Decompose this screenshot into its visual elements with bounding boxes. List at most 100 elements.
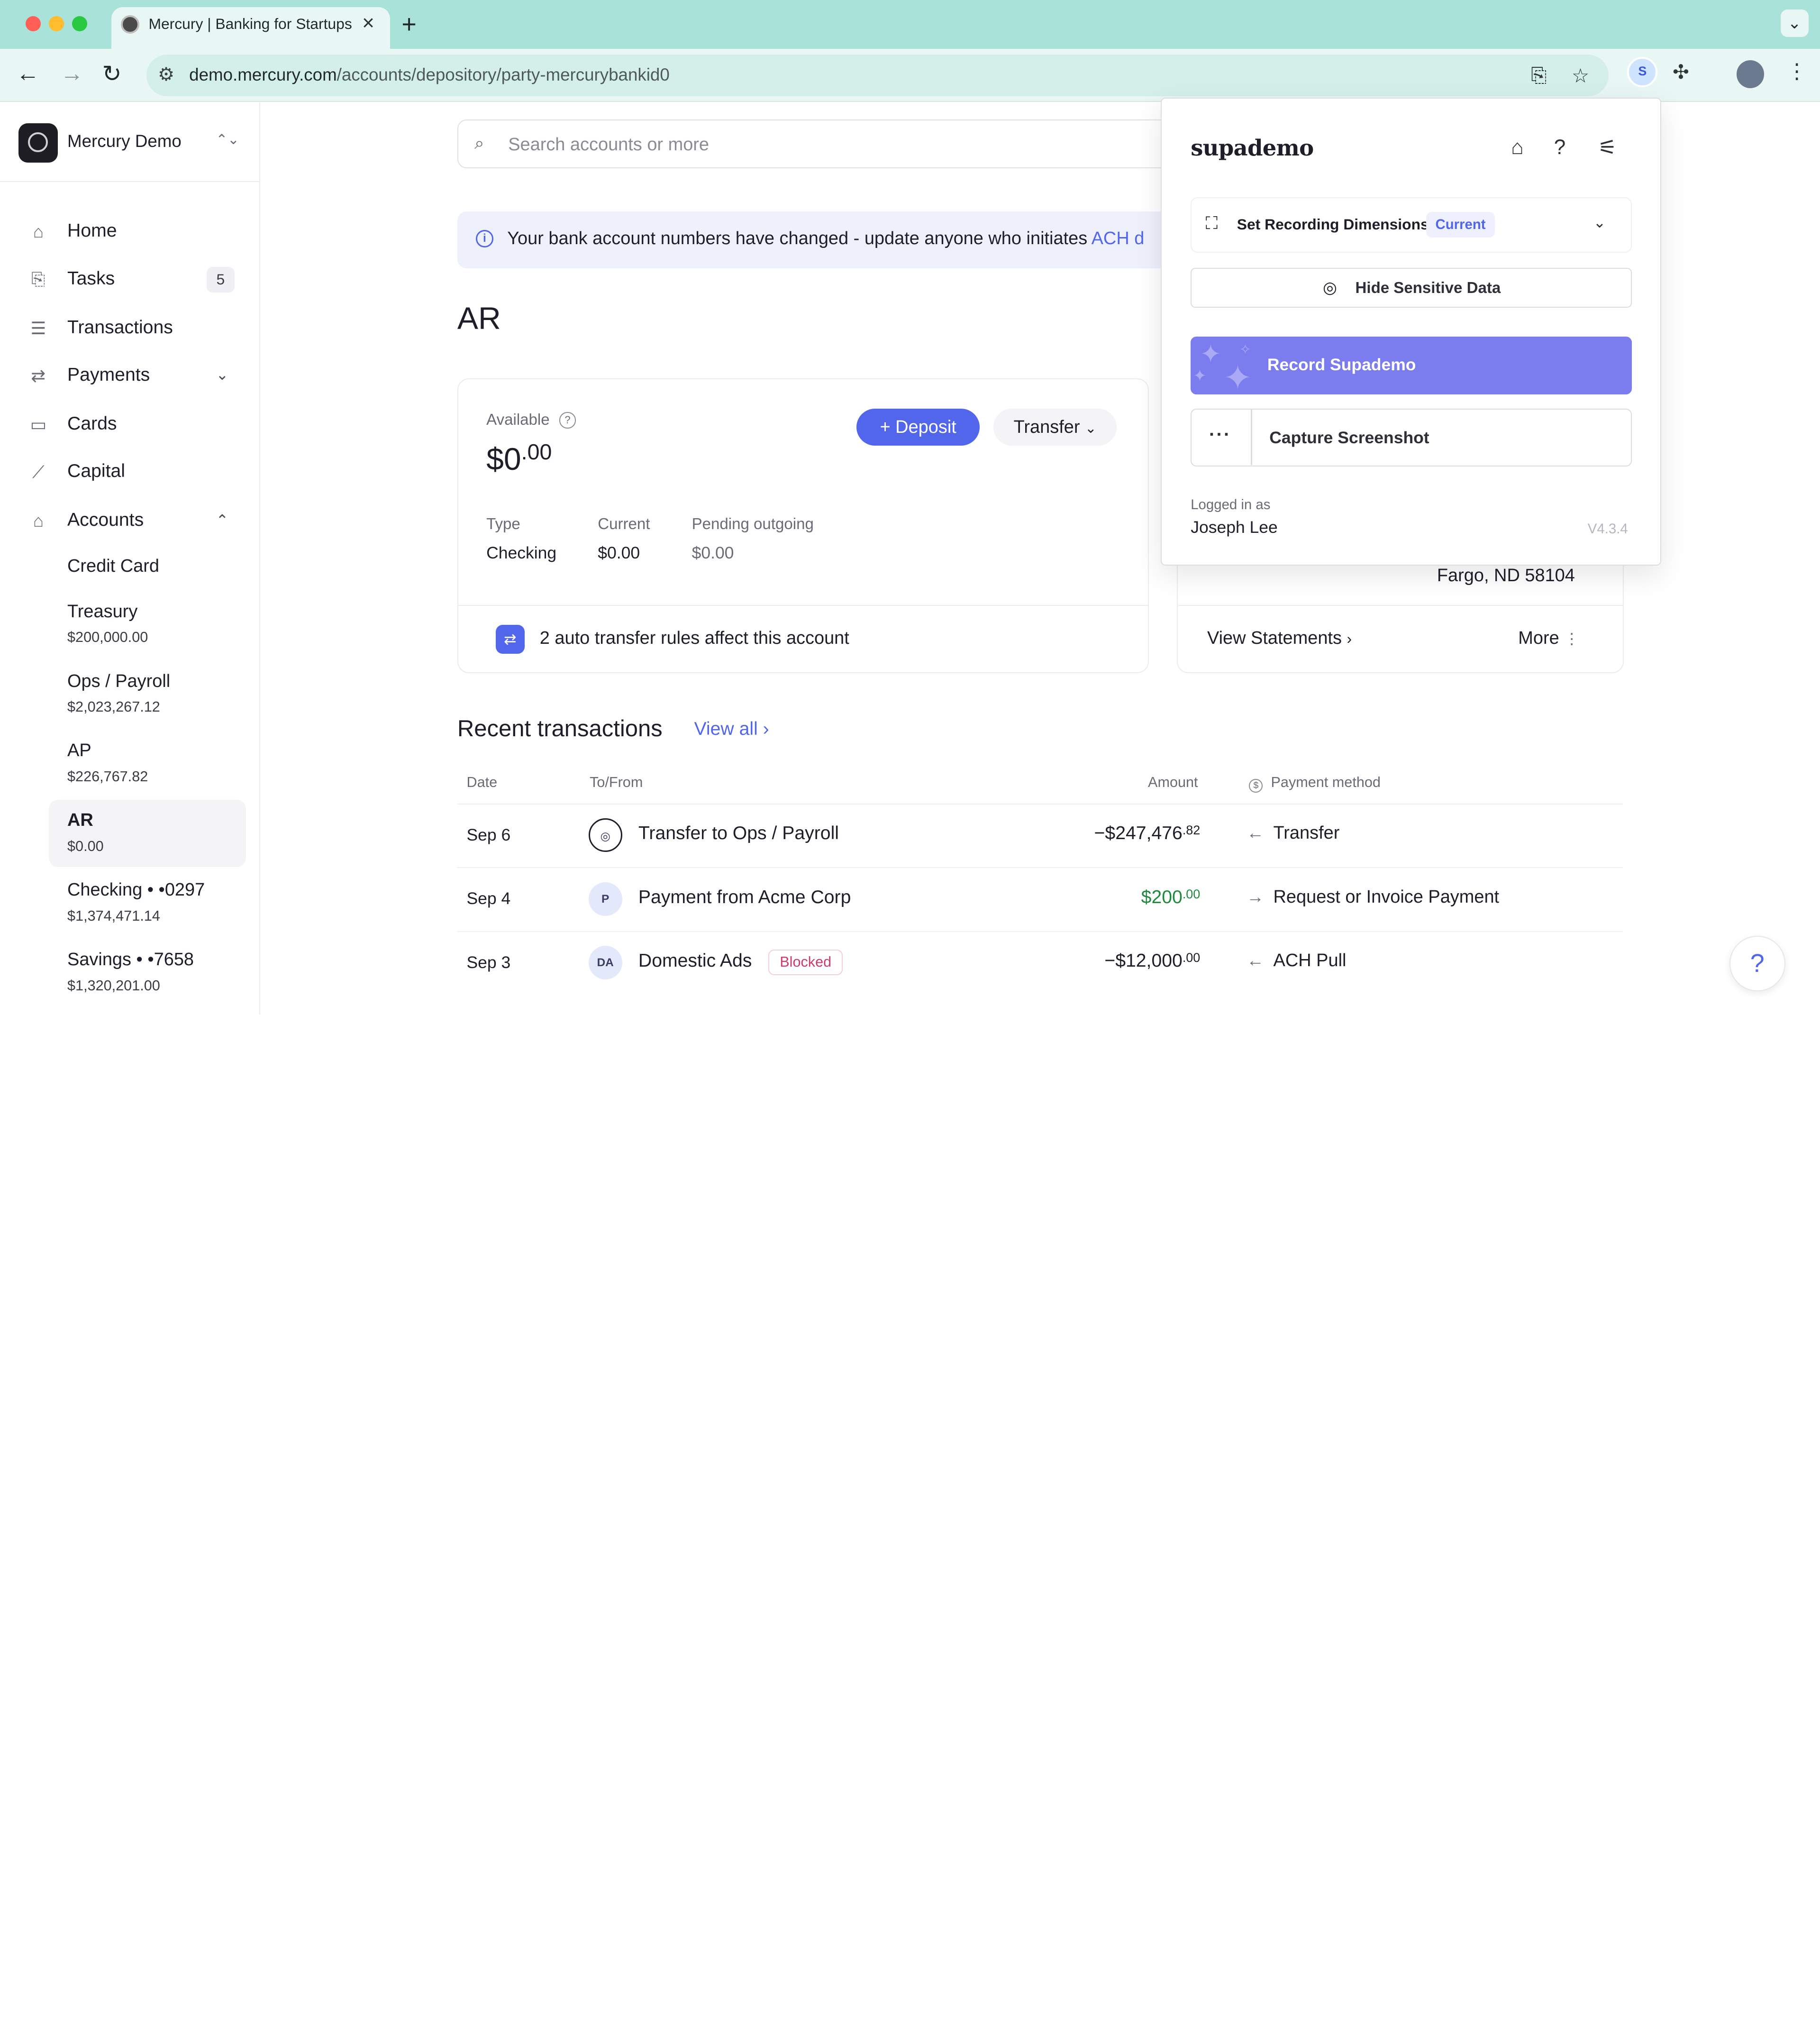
sidebar: Mercury Demo ⌃⌄ ⌂ Home ⎘ Tasks 5 ☰ Trans…	[0, 102, 260, 1015]
transfer-button[interactable]: Transfer ⌄	[993, 409, 1117, 446]
org-name[interactable]: Mercury Demo	[67, 131, 182, 151]
view-all-link[interactable]: View all ›	[694, 719, 769, 740]
table-row[interactable]: Sep 4 P Payment from Acme Corp $200.00 →…	[457, 867, 1623, 930]
account-balance: $1,374,471.14	[67, 908, 160, 924]
minimize-window-button[interactable]	[48, 16, 64, 32]
column-header-payment-method[interactable]: $ Payment method	[1249, 774, 1381, 793]
site-settings-icon[interactable]: ⚙	[158, 64, 174, 85]
close-window-button[interactable]	[25, 16, 41, 32]
help-circle-icon[interactable]: ?	[559, 412, 576, 429]
org-switcher-icon[interactable]: ⌃⌄	[216, 131, 239, 148]
account-balance: $0.00	[67, 838, 104, 855]
new-tab-button[interactable]: +	[401, 9, 416, 39]
table-row[interactable]: Sep 6 ◎ Transfer to Ops / Payroll −$247,…	[457, 803, 1623, 866]
account-name: Treasury	[67, 601, 138, 622]
sidebar-item-transactions[interactable]: ☰ Transactions	[0, 308, 260, 349]
info-banner: i Your bank account numbers have changed…	[457, 211, 1177, 268]
payment-method: ACH Pull	[1273, 951, 1347, 971]
tab-close-button[interactable]: ×	[362, 11, 374, 35]
transaction-counterparty: Transfer to Ops / Payroll	[638, 823, 839, 843]
supademo-popup: supademo ⌂ ? ⚟ ⛶ Set Recording Dimension…	[1161, 97, 1661, 566]
more-options-icon[interactable]: ···	[1209, 424, 1231, 445]
search-input[interactable]: ⌕ Search accounts or more	[457, 119, 1177, 169]
tasks-count-badge: 5	[206, 267, 235, 293]
sidebar-account-savings[interactable]: Savings • •7658 $1,320,201.00	[49, 939, 246, 1006]
arrow-left-icon: ←	[1247, 823, 1264, 842]
sidebar-item-accounts[interactable]: ⌂ Accounts ⌃	[0, 501, 260, 542]
supademo-extension-icon[interactable]: S	[1627, 56, 1658, 87]
table-row[interactable]: Sep 3 DA Domestic Ads Blocked −$12,000.0…	[457, 931, 1623, 994]
address-bar[interactable]: ⚙ demo.mercury.com/accounts/depository/p…	[146, 55, 1609, 97]
tab-search-button[interactable]: ⌄	[1780, 9, 1809, 37]
supademo-logo: supademo	[1191, 134, 1314, 161]
page-title: AR	[457, 301, 501, 337]
settings-sliders-icon[interactable]: ⚟	[1598, 136, 1617, 160]
tasks-icon: ⎘	[31, 269, 46, 289]
back-button[interactable]: ←	[16, 60, 39, 87]
install-app-icon[interactable]: ⎘	[1531, 64, 1547, 87]
org-logo	[18, 123, 58, 163]
profile-avatar[interactable]	[1736, 60, 1765, 89]
transaction-amount: $200.00	[1141, 887, 1201, 907]
sidebar-item-cards[interactable]: ▭ Cards	[0, 404, 260, 446]
auto-transfer-rules-link[interactable]: 2 auto transfer rules affect this accoun…	[540, 628, 849, 649]
version-label: V4.3.4	[1587, 521, 1628, 537]
tab-title: Mercury | Banking for Startups	[148, 15, 352, 32]
browser-toolbar: ← → ↻ ⚙ demo.mercury.com/accounts/deposi…	[0, 48, 1820, 102]
deposit-button[interactable]: + Deposit	[856, 409, 980, 446]
sparkle-icon: ✦	[1223, 357, 1253, 395]
hide-sensitive-data-label: Hide Sensitive Data	[1355, 279, 1501, 297]
browser-menu-icon[interactable]: ⋮	[1786, 59, 1807, 83]
column-header-amount[interactable]: Amount	[1148, 774, 1198, 791]
record-supademo-label: Record Supademo	[1267, 355, 1416, 374]
transaction-date: Sep 3	[466, 953, 511, 972]
payment-method: Request or Invoice Payment	[1273, 887, 1500, 907]
sidebar-item-capital[interactable]: ⟋ Capital	[0, 452, 260, 494]
recording-dimensions-dropdown[interactable]: ⛶ Set Recording Dimensions Current ⌄	[1191, 197, 1632, 253]
recent-transactions-title: Recent transactions	[457, 715, 663, 741]
more-button[interactable]: More ⋮	[1518, 628, 1579, 649]
current-value: $0.00	[598, 543, 640, 563]
transaction-counterparty: Payment from Acme Corp	[638, 887, 851, 907]
capture-screenshot-label: Capture Screenshot	[1269, 428, 1429, 447]
hide-sensitive-data-button[interactable]: ◎ Hide Sensitive Data	[1191, 268, 1632, 308]
banner-link[interactable]: ACH d	[1092, 229, 1145, 248]
mercury-logo-icon: ◎	[588, 818, 622, 852]
sidebar-item-tasks[interactable]: ⎘ Tasks 5	[0, 259, 260, 301]
transaction-amount: −$12,000.00	[1104, 951, 1201, 971]
kebab-icon: ⋮	[1564, 630, 1580, 647]
reload-button[interactable]: ↻	[102, 60, 122, 87]
banner-text: Your bank account numbers have changed -…	[507, 229, 1145, 249]
sidebar-account-checking[interactable]: Checking • •0297 $1,374,471.14	[49, 869, 246, 937]
help-button[interactable]: ?	[1729, 935, 1785, 992]
chevron-down-icon: ⌄	[1593, 213, 1606, 231]
forward-button[interactable]: →	[60, 60, 83, 87]
transaction-amount: −$247,476.82	[1094, 823, 1201, 843]
sidebar-account-ar[interactable]: AR $0.00	[48, 800, 246, 868]
incognito-icon: ◎	[1322, 278, 1337, 297]
card-divider	[1178, 604, 1623, 606]
chevron-down-icon[interactable]: ⌄	[216, 366, 229, 384]
sidebar-item-home[interactable]: ⌂ Home	[0, 211, 260, 253]
arrow-right-icon: →	[1247, 887, 1264, 906]
browser-tab[interactable]: Mercury | Banking for Startups ×	[111, 7, 390, 49]
bookmark-star-icon[interactable]: ☆	[1572, 64, 1589, 87]
extensions-puzzle-icon[interactable]: ✣	[1673, 60, 1689, 83]
sidebar-item-payments[interactable]: ⇄ Payments ⌄	[0, 355, 260, 397]
maximize-window-button[interactable]	[72, 16, 87, 32]
column-header-date[interactable]: Date	[466, 774, 497, 791]
view-statements-link[interactable]: View Statements ›	[1207, 628, 1352, 649]
info-icon: i	[476, 229, 493, 247]
column-header-to-from[interactable]: To/From	[590, 774, 643, 791]
sidebar-account-ops-payroll[interactable]: Ops / Payroll $2,023,267.12	[49, 660, 246, 728]
home-icon[interactable]: ⌂	[1511, 136, 1524, 159]
record-supademo-button[interactable]: ✦ ✦ ✦ ✧ Record Supademo	[1191, 336, 1632, 395]
transaction-date: Sep 6	[466, 825, 511, 844]
capture-screenshot-button[interactable]: ··· Capture Screenshot	[1191, 408, 1632, 467]
help-circle-icon[interactable]: ?	[1554, 136, 1566, 159]
bank-icon: ⌂	[33, 511, 44, 530]
sidebar-account-treasury[interactable]: Treasury $200,000.00	[49, 591, 246, 658]
sidebar-account-ap[interactable]: AP $226,767.82	[49, 730, 246, 797]
chevron-up-icon[interactable]: ⌃	[216, 511, 229, 529]
url-text[interactable]: demo.mercury.com/accounts/depository/par…	[189, 65, 670, 85]
